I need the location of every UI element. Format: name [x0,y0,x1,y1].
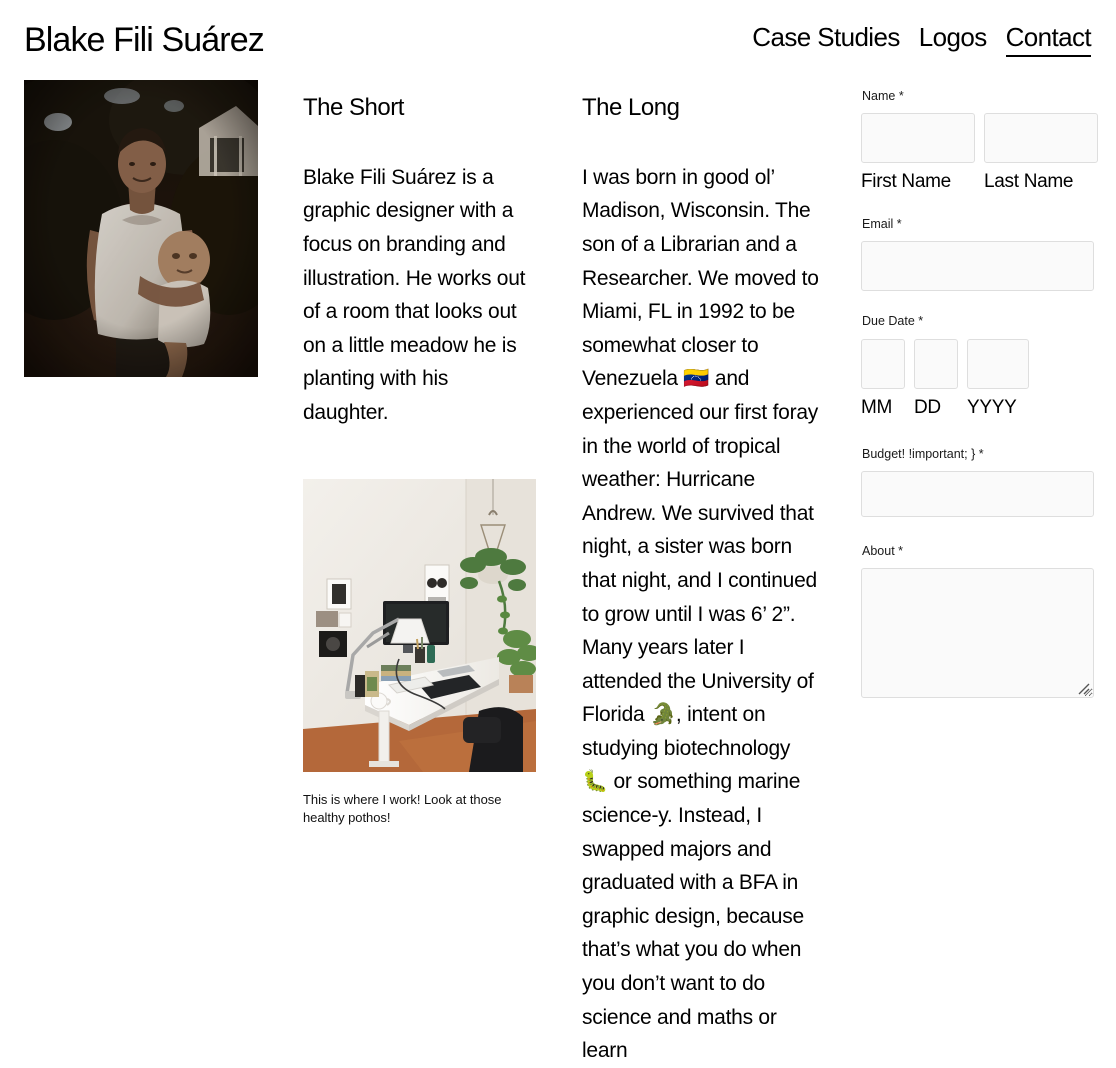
email-field-group: Email * [861,216,1094,292]
main-content: The Short Blake Fili Suárez is a graphic… [0,80,1116,1068]
due-date-month-input[interactable] [861,338,905,389]
due-date-label: Due Date * [862,314,924,329]
about-textarea[interactable] [861,568,1094,699]
due-date-day-input[interactable] [914,338,958,389]
contact-form: Name * First Name Last Name Email * Due … [861,80,1098,716]
name-label: Name * [862,89,904,103]
name-field-group: Name * First Name Last Name [861,88,1098,193]
due-date-year-sub-label: YYYY [967,396,1017,418]
page-title: Blake Fili Suárez [24,21,265,59]
due-date-year-input[interactable] [967,338,1029,389]
about-label: About * [862,543,904,558]
about-textarea-wrapper [861,568,1094,699]
first-name-sub-label: First Name [861,171,951,193]
nav-link-case-studies[interactable]: Case Studies [752,22,900,53]
workspace-photo [303,478,536,772]
short-column: The Short Blake Fili Suárez is a graphic… [303,80,582,827]
due-date-day-sub-label: DD [914,396,941,418]
due-date-sub-labels-row: MM DD YYYY [861,396,1092,419]
long-heading: The Long [582,94,680,121]
due-date-field-group: Due Date * MM DD YYYY [861,313,1092,418]
nav-link-contact[interactable]: Contact [1005,22,1092,57]
last-name-sub-label: Last Name [984,171,1074,193]
about-field-group: About * [861,543,1094,699]
name-inputs-row: First Name Last Name [861,113,1098,193]
budget-field-group: Budget! !important; } * [861,446,1094,517]
short-body-text: Blake Fili Suárez is a graphic designer … [303,165,526,424]
workspace-photo-caption: This is where I work! Look at those heal… [303,791,502,825]
email-input[interactable] [861,241,1094,292]
photo-column [24,80,303,377]
due-date-inputs-row [861,338,1092,389]
long-body-text: I was born in good ol’ Madison, Wisconsi… [582,165,819,1063]
email-label: Email * [862,217,902,232]
main-navigation: Case Studies Logos Contact [752,22,1092,57]
budget-input[interactable] [861,470,1094,517]
long-column: The Long I was born in good ol’ Madison,… [582,80,861,1068]
last-name-input[interactable] [984,113,1098,164]
short-heading: The Short [303,94,404,121]
due-date-month-sub-label: MM [861,396,893,418]
site-header: Blake Fili Suárez Case Studies Logos Con… [0,0,1116,80]
first-name-input[interactable] [861,113,975,164]
budget-label: Budget! !important; } * [862,446,984,461]
nav-link-logos[interactable]: Logos [919,22,987,53]
portrait-photo [24,80,258,377]
